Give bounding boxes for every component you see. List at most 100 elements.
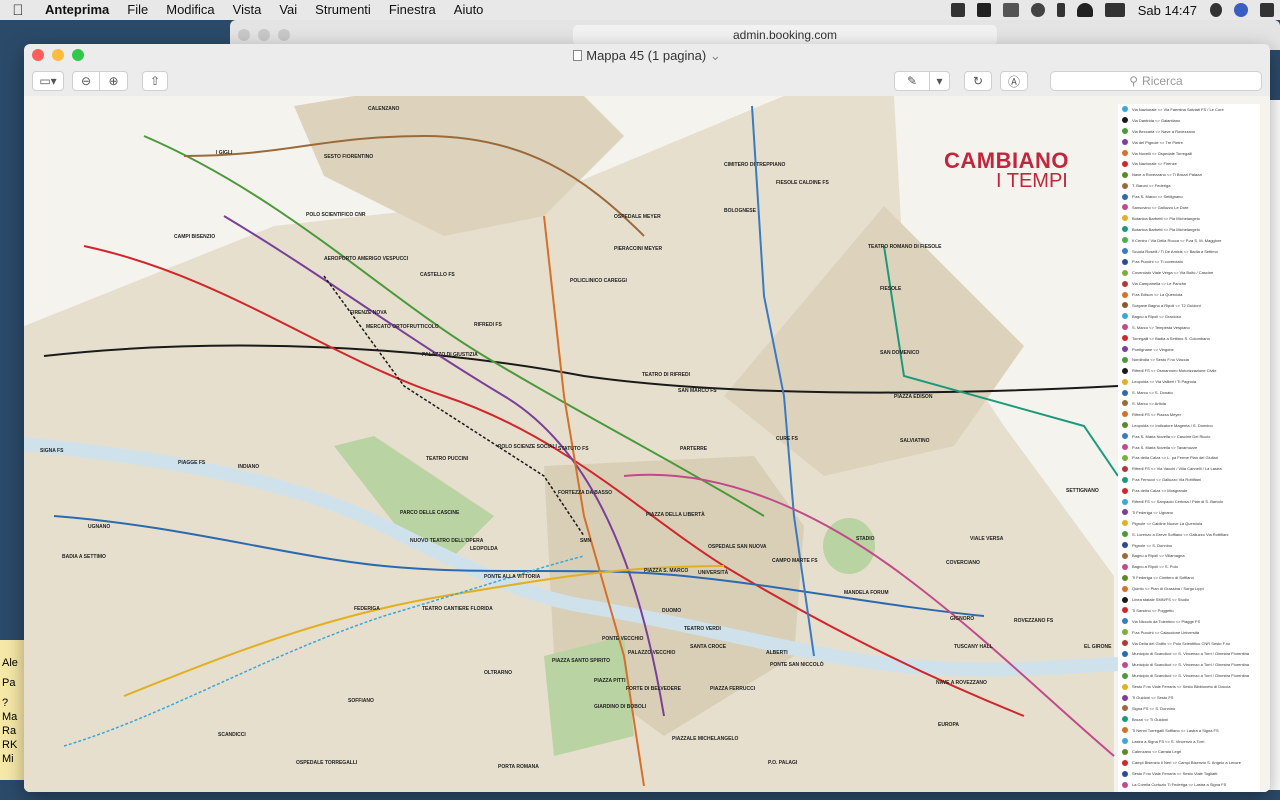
legend-item: Botanica Barbetti <> Pia Michelangelo [1118, 224, 1260, 235]
line-color-dot-icon [1122, 574, 1128, 581]
map-label: PIAZZALE MICHELANGELO [672, 736, 739, 742]
pen-icon: ✎ [906, 74, 918, 88]
line-color-dot-icon [1122, 738, 1128, 745]
legend-item-text: Campi Bisenzio Il Neri <> Campi Bisenzio… [1132, 760, 1241, 766]
menu-finestra[interactable]: Finestra [380, 0, 445, 20]
menu-file[interactable]: File [118, 0, 157, 20]
note-line: Ra [2, 725, 17, 737]
map-label: P.O. PALAGI [768, 760, 798, 766]
rotate-icon: ↻ [972, 74, 984, 88]
legend-item: Sesto F.no Viale Ferraris <> Sesto Viale… [1118, 768, 1260, 779]
line-color-dot-icon [1122, 193, 1128, 200]
menu-vista[interactable]: Vista [224, 0, 271, 20]
m-app-icon[interactable] [976, 3, 991, 17]
line-color-dot-icon [1122, 258, 1128, 265]
apple-menu-icon[interactable]:  [0, 2, 36, 19]
annotate-button[interactable]: Ⓐ [1000, 71, 1028, 91]
line-color-dot-icon [1122, 302, 1128, 309]
line-color-dot-icon [1122, 454, 1128, 461]
map-label: CURE FS [776, 436, 798, 442]
map-label: STADIO [856, 536, 875, 542]
preview-window: Mappa 45 (1 pagina) ⌄ ▭▾ ⊖ ⊕ ⇧ ✎ ▾ ↻ Ⓐ ⚲ [24, 44, 1270, 792]
menubar-clock[interactable]: Sab 14:47 [1131, 3, 1204, 18]
legend-item: Calenzano <> Carraia Legri [1118, 747, 1260, 758]
window-title[interactable]: Mappa 45 (1 pagina) ⌄ [24, 48, 1270, 64]
window-titlebar: Mappa 45 (1 pagina) ⌄ [24, 44, 1270, 66]
map-label: PONTE SAN NICCOLÒ [770, 662, 824, 668]
legend-item: P.za Edison <> La Querciola [1118, 289, 1260, 300]
menu-aiuto[interactable]: Aiuto [445, 0, 493, 20]
legend-item-text: Ti Nenni Torregalli Soffiano <> Lastra a… [1132, 727, 1219, 733]
legend-item-text: Rifredi FS <> Sanpaolo Certosa / Pian di… [1132, 499, 1223, 504]
line-color-dot-icon [1122, 313, 1128, 320]
line-color-dot-icon [1122, 607, 1128, 614]
markup-button[interactable]: ✎ [894, 71, 930, 91]
spotlight-search-icon[interactable] [1210, 3, 1222, 17]
sidebar-toggle-button[interactable]: ▭▾ [32, 71, 64, 91]
line-color-dot-icon [1122, 585, 1128, 592]
legend-item: P.za S. Marco <> Settignano [1118, 191, 1260, 202]
map-label: PIERACCINI MEYER [614, 246, 663, 252]
map-label: EUROPA [938, 722, 960, 728]
search-field[interactable]: ⚲ Ricerca [1050, 71, 1262, 91]
map-label: PIAZZA PITTI [594, 678, 626, 684]
share-button[interactable]: ⇧ [142, 71, 168, 91]
legend-item-text: Leopolda <> Via Vallieri / Ti Pagnola [1132, 379, 1197, 385]
legend-item: Municipio di Scandicci <> S. Vincenzo a … [1118, 659, 1260, 670]
legend-item: S. Marco <> Artiola [1118, 398, 1260, 409]
airplay-icon[interactable] [1002, 3, 1019, 17]
time-machine-icon[interactable] [1030, 3, 1045, 17]
zoom-out-button[interactable]: ⊖ [72, 71, 100, 91]
note-line: Mi [2, 753, 14, 765]
menu-strumenti[interactable]: Strumenti [306, 0, 380, 20]
legend-item: T. Baroni <> Federiga [1118, 180, 1260, 191]
line-color-dot-icon [1122, 716, 1128, 723]
boboli-park [544, 636, 634, 756]
battery-icon[interactable] [1104, 3, 1125, 17]
legend-item: Signa FS <> S. Donnino [1118, 703, 1260, 714]
line-color-dot-icon [1122, 422, 1128, 429]
legend-item: Via Dantrida <> Galantiano [1118, 115, 1260, 126]
legend-item-text: Via Nazionale <> Via Faentina Salviati F… [1132, 106, 1224, 112]
wifi-icon[interactable] [1076, 3, 1093, 17]
legend-item: P.za della Calza <> Mosgrande [1118, 485, 1260, 496]
dropbox-icon[interactable] [950, 3, 965, 17]
menu-app-name[interactable]: Anteprima [36, 0, 118, 20]
legend-item: Campi Bisenzio Il Neri <> Campi Bisenzio… [1118, 757, 1260, 768]
legend-item: Quinto <> Pian di Grassina / Sorgo Lippi [1118, 583, 1260, 594]
map-label: BADIA A SETTIMO [62, 554, 106, 560]
line-color-dot-icon [1122, 759, 1128, 766]
map-label: SANTA CROCE [690, 644, 727, 650]
menu-modifica[interactable]: Modifica [157, 0, 223, 20]
line-color-dot-icon [1122, 618, 1128, 625]
zoom-in-button[interactable]: ⊕ [100, 71, 128, 91]
markup-menu-button[interactable]: ▾ [930, 71, 950, 91]
share-icon: ⇧ [149, 74, 161, 88]
browser-address-bar[interactable]: admin.booking.com [572, 25, 998, 45]
bluetooth-icon[interactable] [1056, 3, 1065, 17]
line-color-dot-icon [1122, 226, 1128, 233]
map-label: PALAZZO DI GIUSTIZIA [422, 352, 478, 358]
legend-item-text: P.za S. Marco <> Settignano [1132, 194, 1183, 200]
line-color-dot-icon [1122, 465, 1128, 472]
legend-item-text: Botanica Barbetti <> Pia Michelangelo [1132, 215, 1200, 221]
legend-item: Ti Sancino <> Poggetto [1118, 605, 1260, 616]
map-label: CIMITERO DI TREPPIANO [724, 162, 786, 168]
legend-item-text: Sorgane Bagno a Ripoli <> T2 Guidoni [1132, 302, 1201, 308]
menu-vai[interactable]: Vai [270, 0, 306, 20]
line-color-dot-icon [1122, 629, 1128, 636]
line-color-dot-icon [1122, 106, 1128, 113]
siri-icon[interactable] [1234, 3, 1248, 17]
line-color-dot-icon [1122, 552, 1128, 559]
legend-item-text: Via Campanella <> Le Panche [1132, 281, 1187, 287]
legend-item: Via Nazionale <> Firenze [1118, 158, 1260, 169]
legend-item-text: T. Baroni <> Federiga [1132, 183, 1171, 189]
legend-item-text: Coverciato Viale Verga <> Via Boito / Ca… [1132, 270, 1214, 276]
map-document[interactable]: CAMBIANO I TEMPI CALENZANO SESTO FIORENT… [24, 96, 1270, 792]
line-color-dot-icon [1122, 160, 1128, 167]
rotate-button[interactable]: ↻ [964, 71, 992, 91]
legend-item-text: Via Nazionale <> Firenze [1132, 161, 1177, 167]
legend-item-text: Pontignane <> Vingone [1132, 346, 1174, 352]
legend-item: Rifredi FS <> Via Vacchi / Villa Cannell… [1118, 463, 1260, 474]
notification-center-icon[interactable] [1260, 3, 1274, 17]
